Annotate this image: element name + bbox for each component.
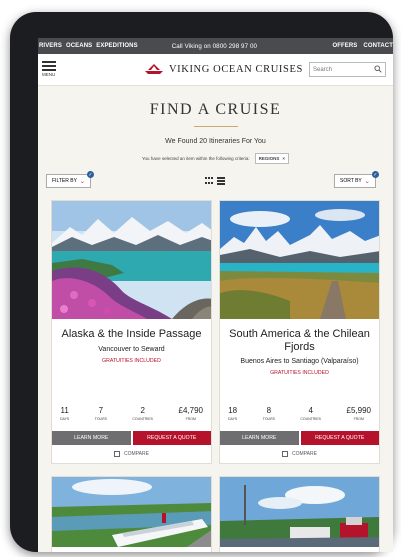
brand-name: VIKING OCEAN CRUISES: [169, 63, 303, 75]
site-header: MENU VIKING OCEAN CRUISES Search: [38, 54, 393, 86]
compare-toggle[interactable]: COMPARE: [52, 451, 211, 457]
compare-label: COMPARE: [124, 451, 149, 457]
cruise-route: Buenos Aires to Santiago (Valparaíso): [240, 358, 359, 365]
menu-label: MENU: [42, 72, 56, 77]
stat-price: £5,990 FROM: [346, 406, 371, 421]
search-placeholder: Search: [313, 66, 333, 73]
criteria-row: You have selected an item within the fol…: [38, 153, 393, 164]
learn-more-button[interactable]: LEARN MORE: [52, 431, 131, 445]
ship-logo-icon: [145, 64, 163, 74]
screen: RIVERS OCEANS EXPEDITIONS Call Viking on…: [38, 38, 393, 552]
check-badge-icon: ✓: [371, 171, 379, 178]
viking-logo[interactable]: VIKING OCEAN CRUISES: [144, 63, 303, 75]
compare-label: COMPARE: [292, 451, 317, 457]
search-icon[interactable]: [374, 65, 382, 73]
learn-more-button[interactable]: LEARN MORE: [220, 431, 299, 445]
request-quote-button[interactable]: REQUEST A QUOTE: [132, 431, 211, 445]
results-count: We Found 20 Itineraries For You: [165, 138, 266, 145]
stat-days: 11 DAYS: [60, 406, 70, 421]
nav-rivers[interactable]: RIVERS: [39, 43, 62, 49]
nav-expeditions[interactable]: EXPEDITIONS: [96, 43, 137, 49]
compare-toggle[interactable]: COMPARE: [220, 451, 379, 457]
gratuities-badge: GRATUITIES INCLUDED: [102, 357, 161, 364]
nav-oceans[interactable]: OCEANS: [66, 43, 92, 49]
title-divider: [193, 126, 238, 127]
gratuities-badge: GRATUITIES INCLUDED: [270, 370, 329, 376]
cruise-card: South America & the Chilean Fjords Bueno…: [219, 200, 380, 464]
sort-by-button[interactable]: SORT BY ⌄ ✓: [334, 171, 379, 188]
chip-label: REGIONS: [258, 156, 280, 161]
card-actions: LEARN MORE REQUEST A QUOTE: [220, 431, 379, 445]
stat-tours: 7 TOURS: [94, 406, 107, 421]
cruise-card: [51, 476, 212, 552]
call-number[interactable]: Call Viking on 0800 298 97 00: [172, 43, 257, 50]
cruise-image-alaska[interactable]: [52, 201, 211, 319]
stat-countries: 2 COUNTRIES: [132, 406, 154, 421]
cruise-title[interactable]: South America & the Chilean Fjords: [220, 328, 379, 353]
stat-tours: 8 TOURS: [262, 406, 275, 421]
close-icon[interactable]: ×: [282, 156, 285, 161]
top-nav-bar: RIVERS OCEANS EXPEDITIONS Call Viking on…: [38, 38, 393, 54]
sort-by-label: SORT BY: [340, 178, 362, 184]
search-input[interactable]: Search: [309, 62, 386, 77]
cruise-stats: 18 DAYS 8 TOURS 4 COUNTRIES £5,990 FROM: [220, 406, 379, 421]
cruise-route: Vancouver to Seward: [98, 345, 165, 353]
cruise-image-south-america[interactable]: [220, 201, 379, 319]
page-title: FIND A CRUISE: [149, 101, 282, 118]
criteria-chip-regions[interactable]: REGIONS ×: [254, 153, 290, 164]
cruise-stats: 11 DAYS 7 TOURS 2 COUNTRIES £4,790 FROM: [52, 406, 211, 421]
list-view-icon[interactable]: [217, 177, 225, 186]
stat-days: 18 DAYS: [228, 406, 238, 421]
compare-checkbox[interactable]: [282, 451, 289, 457]
filter-by-label: FILTER BY: [52, 178, 77, 184]
cruise-image-panama-canal[interactable]: [220, 477, 379, 547]
card-actions: LEARN MORE REQUEST A QUOTE: [52, 431, 211, 445]
grid-view-icon[interactable]: [205, 177, 213, 186]
cruise-card: Alaska & the Inside Passage Vancouver to…: [51, 200, 212, 464]
request-quote-button[interactable]: REQUEST A QUOTE: [300, 431, 379, 445]
check-badge-icon: ✓: [86, 171, 94, 178]
filter-row: FILTER BY ⌄ ✓ SORT BY ⌄ ✓: [38, 171, 393, 194]
menu-button[interactable]: MENU: [42, 61, 58, 79]
criteria-text: You have selected an item within the fol…: [141, 156, 250, 161]
view-toggle: [205, 177, 225, 186]
compare-checkbox[interactable]: [114, 451, 121, 457]
nav-offers[interactable]: OFFERS: [332, 43, 357, 49]
chevron-down-icon: ⌄: [364, 178, 370, 185]
cruise-title[interactable]: Alaska & the Inside Passage: [52, 328, 211, 341]
nav-contact[interactable]: CONTACT: [363, 43, 393, 49]
filter-by-button[interactable]: FILTER BY ⌄ ✓: [46, 171, 94, 188]
stat-price: £4,790 FROM: [178, 406, 203, 421]
hamburger-icon: [42, 61, 56, 63]
tablet-frame: RIVERS OCEANS EXPEDITIONS Call Viking on…: [10, 12, 393, 552]
chevron-down-icon: ⌄: [79, 178, 85, 185]
cruise-image-panama-ship[interactable]: [52, 477, 211, 547]
stat-countries: 4 COUNTRIES: [300, 406, 322, 421]
cruise-card: [219, 476, 380, 552]
